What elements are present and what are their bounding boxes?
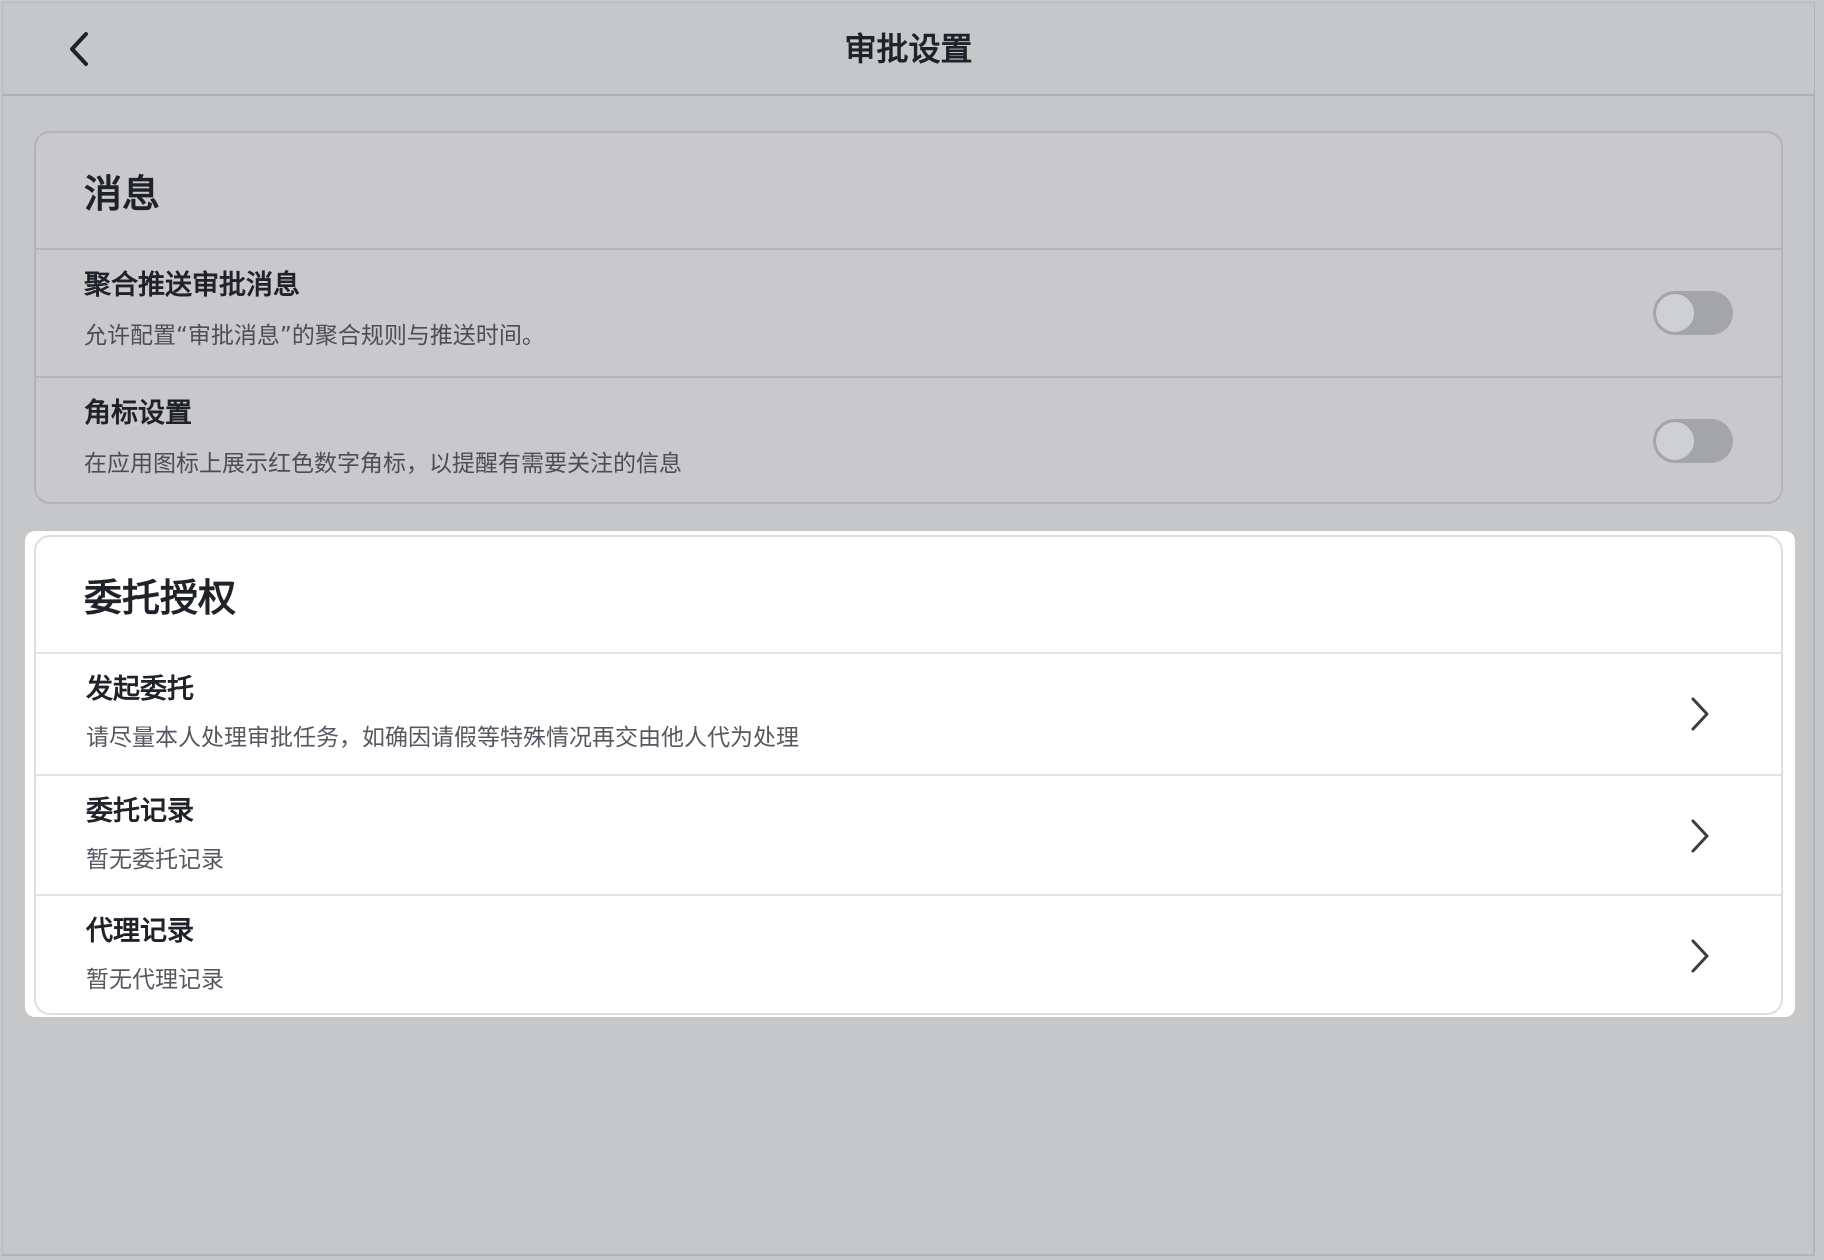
delegation-records-title: 委托记录 — [86, 796, 194, 827]
aggregate-push-title: 聚合推送审批消息 — [84, 270, 300, 301]
start-delegation-title: 发起委托 — [86, 674, 194, 705]
chevron-right-icon — [1691, 939, 1709, 973]
badge-settings-title: 角标设置 — [84, 398, 192, 429]
badge-settings-description: 在应用图标上展示红色数字角标，以提醒有需要关注的信息 — [84, 451, 682, 477]
app-window: 审批设置 消息 聚合推送审批消息 允许配置“审批消息”的聚合规则与推送时间。 角… — [2, 2, 1815, 1256]
aggregate-push-row: 聚合推送审批消息 允许配置“审批消息”的聚合规则与推送时间。 — [36, 250, 1781, 376]
chevron-right-icon — [1691, 697, 1709, 731]
header-bar: 审批设置 — [3, 3, 1814, 96]
aggregate-push-toggle[interactable] — [1653, 291, 1733, 335]
delegation-records-description: 暂无委托记录 — [86, 847, 224, 873]
proxy-records-description: 暂无代理记录 — [86, 967, 224, 993]
start-delegation-description: 请尽量本人处理审批任务，如确因请假等特殊情况再交由他人代为处理 — [86, 725, 799, 751]
start-delegation-row[interactable]: 发起委托 请尽量本人处理审批任务，如确因请假等特殊情况再交由他人代为处理 — [36, 654, 1781, 774]
page-title: 审批设置 — [844, 30, 973, 68]
delegation-section-title: 委托授权 — [36, 537, 1781, 654]
chevron-right-icon — [1691, 819, 1709, 853]
toggle-knob — [1656, 294, 1694, 332]
toggle-knob — [1656, 422, 1694, 460]
proxy-records-row[interactable]: 代理记录 暂无代理记录 — [36, 894, 1781, 1013]
message-section-title: 消息 — [36, 133, 1781, 250]
delegation-records-row[interactable]: 委托记录 暂无委托记录 — [36, 774, 1781, 894]
badge-settings-toggle[interactable] — [1653, 419, 1733, 463]
aggregate-push-description: 允许配置“审批消息”的聚合规则与推送时间。 — [84, 323, 545, 349]
badge-settings-row: 角标设置 在应用图标上展示红色数字角标，以提醒有需要关注的信息 — [36, 376, 1781, 502]
delegation-card: 委托授权 发起委托 请尽量本人处理审批任务，如确因请假等特殊情况再交由他人代为处… — [34, 535, 1783, 1015]
message-settings-card: 消息 聚合推送审批消息 允许配置“审批消息”的聚合规则与推送时间。 角标设置 在… — [34, 131, 1783, 504]
proxy-records-title: 代理记录 — [86, 916, 194, 947]
